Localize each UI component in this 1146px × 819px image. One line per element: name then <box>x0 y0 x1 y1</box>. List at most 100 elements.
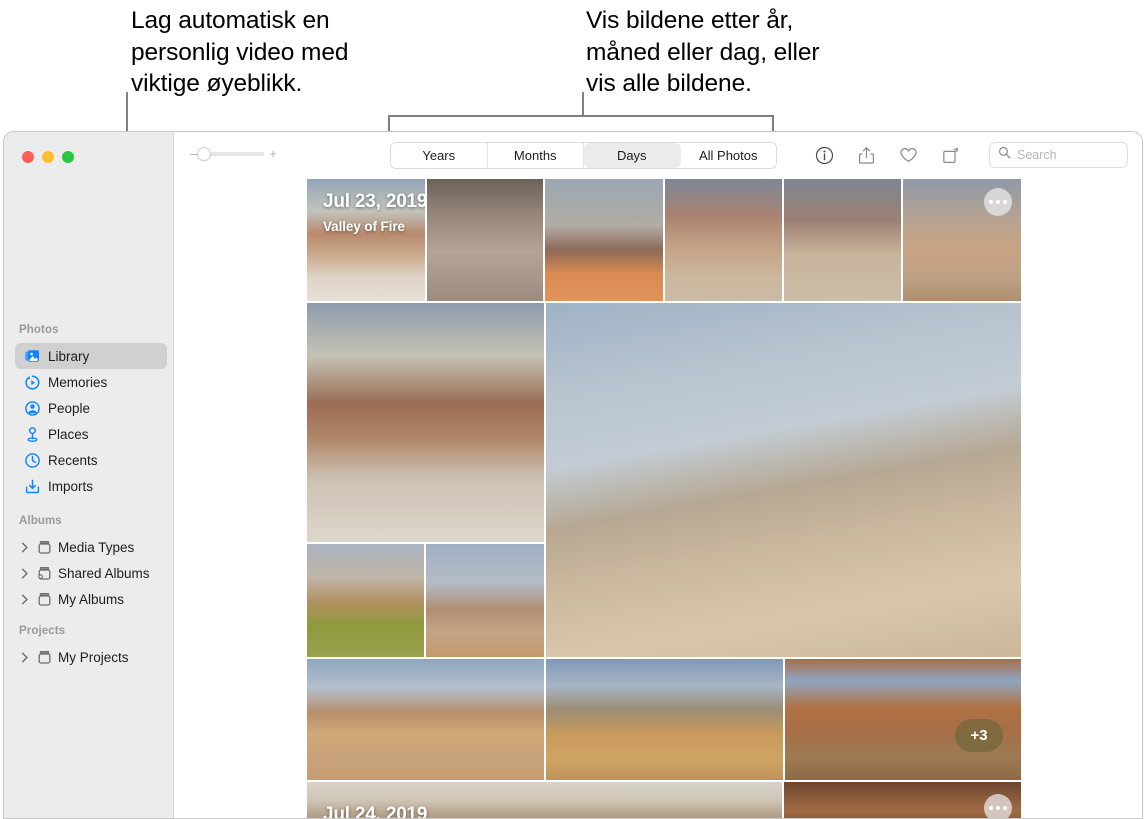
sidebar: Photos Library <box>4 132 174 818</box>
close-button[interactable] <box>22 151 34 163</box>
photo-cell[interactable] <box>307 659 544 780</box>
photo-cell[interactable] <box>665 179 782 301</box>
favorite-icon[interactable] <box>897 145 919 167</box>
sidebar-item-people[interactable]: People <box>15 395 167 421</box>
minimize-button[interactable] <box>42 151 54 163</box>
photo-thumbnail <box>426 544 544 657</box>
screenshot-root: Lag automatisk en personlig video med vi… <box>0 0 1146 819</box>
info-icon[interactable] <box>813 145 835 167</box>
tab-all-photos[interactable]: All Photos <box>681 143 777 168</box>
photo-cell[interactable] <box>784 782 1021 819</box>
zoom-in-label[interactable]: + <box>269 149 277 159</box>
toolbar: – + Years Months Days All Photos <box>175 132 1142 179</box>
photo-cell[interactable] <box>307 544 424 657</box>
chevron-right-icon[interactable] <box>19 542 30 553</box>
photo-cell-hero[interactable] <box>546 303 1021 657</box>
photo-row: +3 <box>307 659 1021 780</box>
sidebar-section-projects-header: Projects <box>4 625 65 637</box>
zoom-slider-control[interactable]: – + <box>190 149 277 159</box>
sidebar-item-my-projects[interactable]: My Projects <box>15 644 167 670</box>
tab-years[interactable]: Years <box>391 143 488 168</box>
tab-days[interactable]: Days <box>584 143 681 168</box>
rotate-icon[interactable] <box>939 145 961 167</box>
chevron-right-icon[interactable] <box>19 568 30 579</box>
sidebar-item-recents[interactable]: Recents <box>15 447 167 473</box>
photo-thumbnail <box>427 179 544 301</box>
view-mode-segmented-control[interactable]: Years Months Days All Photos <box>390 142 777 169</box>
photo-thumbnail <box>665 179 782 301</box>
zoom-out-label[interactable]: – <box>190 149 197 159</box>
search-input[interactable] <box>1017 148 1117 162</box>
share-icon[interactable] <box>855 145 877 167</box>
album-icon <box>36 649 53 666</box>
sidebar-item-media-types[interactable]: Media Types <box>15 534 167 560</box>
photo-thumbnail <box>546 659 783 780</box>
places-icon <box>24 426 41 443</box>
photo-cell[interactable] <box>903 179 1021 301</box>
zoom-slider-track[interactable] <box>202 152 264 156</box>
photo-cell[interactable] <box>426 544 544 657</box>
zoom-slider-knob[interactable] <box>197 147 211 161</box>
photo-row: Jul 24, 2019 <box>307 782 1021 819</box>
sidebar-item-my-albums[interactable]: My Albums <box>15 586 167 612</box>
ellipsis-dot <box>1003 806 1007 810</box>
callout-right-leader-stem <box>582 92 584 117</box>
photo-cell[interactable] <box>546 659 783 780</box>
overflow-count-badge[interactable]: +3 <box>955 719 1003 752</box>
tab-months[interactable]: Months <box>488 143 585 168</box>
more-options-button[interactable] <box>984 188 1012 216</box>
search-icon <box>998 146 1011 164</box>
library-icon <box>24 348 41 365</box>
sidebar-item-memories[interactable]: Memories <box>15 369 167 395</box>
sidebar-item-label: Memories <box>48 375 107 390</box>
imports-icon <box>24 478 41 495</box>
shared-album-icon <box>36 565 53 582</box>
sidebar-item-shared-albums[interactable]: Shared Albums <box>15 560 167 586</box>
photo-cell[interactable] <box>545 179 663 301</box>
sidebar-item-label: Library <box>48 349 89 364</box>
people-icon <box>24 400 41 417</box>
more-options-button[interactable] <box>984 794 1012 819</box>
sidebar-item-label: Imports <box>48 479 93 494</box>
zoom-button[interactable] <box>62 151 74 163</box>
photo-thumbnail <box>307 544 424 657</box>
ellipsis-dot <box>996 200 1000 204</box>
photo-cell[interactable]: +3 <box>785 659 1021 780</box>
sidebar-item-label: My Albums <box>58 592 124 607</box>
callout-right-leader-bracket-top <box>388 115 774 117</box>
sidebar-section-photos-list: Library Memories <box>15 343 167 499</box>
sidebar-item-label: My Projects <box>58 650 129 665</box>
photo-row <box>307 303 1021 657</box>
ellipsis-dot <box>1003 200 1007 204</box>
photo-thumbnail <box>784 179 902 301</box>
photo-cell[interactable] <box>307 303 544 542</box>
day-title: Jul 23, 2019 <box>323 191 425 213</box>
photo-cell[interactable]: Jul 24, 2019 <box>307 782 782 819</box>
photo-grid: Jul 23, 2019 Valley of Fire <box>307 179 1021 819</box>
sidebar-item-label: Places <box>48 427 89 442</box>
sidebar-item-imports[interactable]: Imports <box>15 473 167 499</box>
photo-subcolumn <box>307 303 544 657</box>
memories-icon <box>24 374 41 391</box>
sidebar-section-albums-header: Albums <box>4 515 62 527</box>
chevron-right-icon[interactable] <box>19 594 30 605</box>
sidebar-item-library[interactable]: Library <box>15 343 167 369</box>
main-pane: – + Years Months Days All Photos <box>175 132 1142 818</box>
photo-thumbnail <box>545 179 663 301</box>
photo-cell[interactable]: Jul 23, 2019 Valley of Fire <box>307 179 425 301</box>
photo-cell[interactable] <box>784 179 902 301</box>
photo-cell[interactable] <box>427 179 544 301</box>
day-title: Jul 24, 2019 <box>323 804 427 819</box>
sidebar-item-label: Recents <box>48 453 98 468</box>
photo-thumbnail <box>546 303 1021 657</box>
sidebar-item-places[interactable]: Places <box>15 421 167 447</box>
chevron-right-icon[interactable] <box>19 652 30 663</box>
album-icon <box>36 539 53 556</box>
callout-right-text: Vis bildene etter år, måned eller dag, e… <box>586 5 916 100</box>
sidebar-item-label: People <box>48 401 90 416</box>
photo-thumbnail <box>307 303 544 542</box>
search-field[interactable] <box>989 142 1128 168</box>
traffic-lights <box>22 151 74 163</box>
ellipsis-dot <box>989 806 993 810</box>
recents-icon <box>24 452 41 469</box>
